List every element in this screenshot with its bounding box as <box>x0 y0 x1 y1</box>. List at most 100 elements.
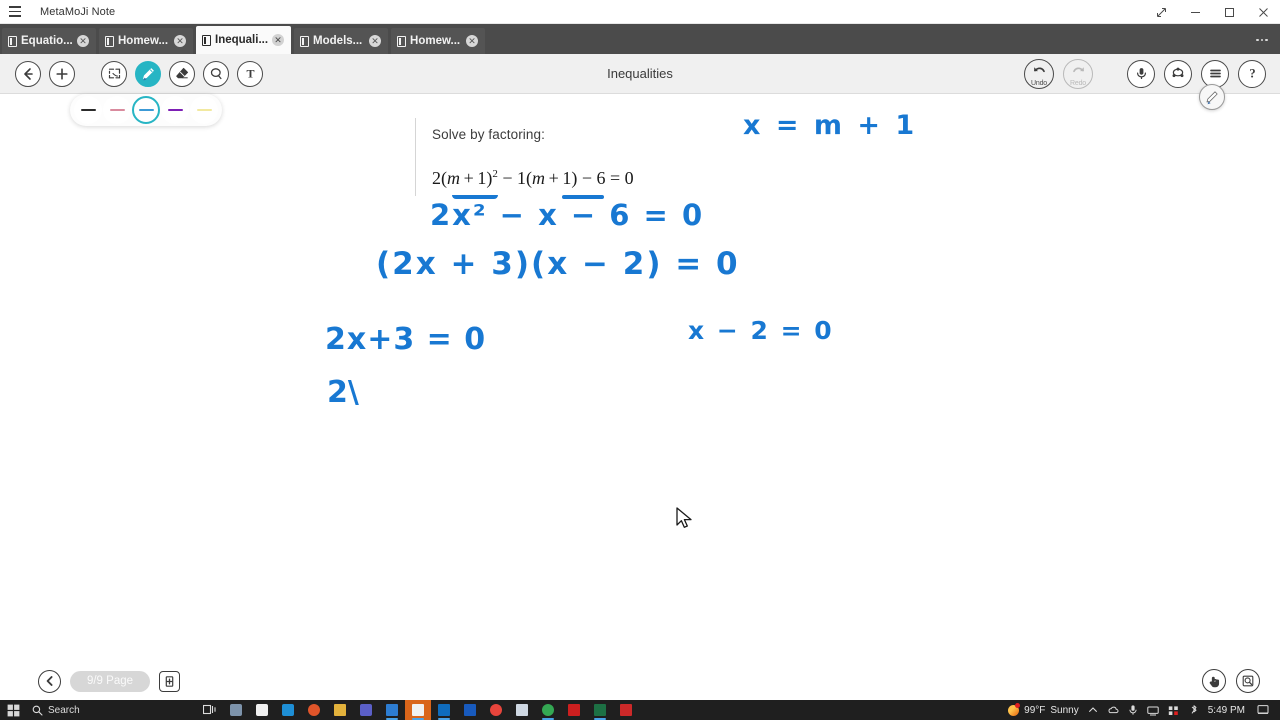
close-window-button[interactable] <box>1246 0 1280 24</box>
svg-text:?: ? <box>1249 66 1255 80</box>
taskbar-app-notepad[interactable] <box>509 700 535 720</box>
margin-rule <box>415 118 416 196</box>
swatch-bar <box>138 108 154 112</box>
excel-icon <box>593 704 606 716</box>
tab-close-icon[interactable]: ✕ <box>466 35 479 47</box>
app-title: MetaMoJi Note <box>40 5 116 18</box>
start-button[interactable] <box>0 704 26 717</box>
shape-tool[interactable] <box>203 60 229 87</box>
menu-button[interactable] <box>1201 59 1229 88</box>
share-icon <box>1172 67 1184 77</box>
add-page-icon <box>165 675 174 687</box>
taskbar-app-word[interactable] <box>457 700 483 720</box>
notification-center-button[interactable] <box>1254 704 1272 716</box>
share-button[interactable] <box>1164 59 1192 88</box>
color-swatch-blue[interactable] <box>132 96 160 124</box>
tool-group-right: Undo Redo ? <box>1024 58 1280 89</box>
select-tool[interactable] <box>101 60 127 87</box>
tab-inequalities[interactable]: Inequali... ✕ <box>196 26 292 54</box>
taskbar-app-red[interactable] <box>613 700 639 720</box>
taskbar-app-file-explorer[interactable] <box>327 700 353 720</box>
tab-homework-1[interactable]: Homew... ✕ <box>99 28 193 54</box>
factored-form: (2x + 3)(x − 2) = 0 <box>376 246 740 282</box>
color-swatch-pink[interactable] <box>103 96 131 124</box>
note-canvas[interactable]: Solve by factoring: 2(m + 1)2 − 1(m + 1)… <box>0 94 1280 662</box>
question-mark-icon: ? <box>1249 66 1255 80</box>
app-menu-icon[interactable] <box>0 0 30 24</box>
add-page-button[interactable] <box>159 670 180 692</box>
store-icon <box>255 704 268 716</box>
chevron-up-icon <box>1088 707 1097 712</box>
tab-close-icon[interactable]: ✕ <box>272 34 285 46</box>
taskbar-app-outlook[interactable] <box>431 700 457 720</box>
onedrive-tray-button[interactable] <box>1107 705 1119 715</box>
widgets-icon <box>229 704 242 716</box>
tab-close-icon[interactable]: ✕ <box>369 35 382 47</box>
mouse-cursor <box>676 507 693 535</box>
redo-button[interactable]: Redo <box>1063 58 1093 89</box>
taskbar-app-store[interactable] <box>249 700 275 720</box>
plus-icon <box>56 67 68 80</box>
taskbar-app-acrobat[interactable] <box>561 700 587 720</box>
hand-tool-button[interactable] <box>1202 669 1226 693</box>
color-swatch-purple[interactable] <box>161 96 189 124</box>
taskbar-app-active[interactable] <box>404 700 431 720</box>
firefox-icon <box>307 704 320 716</box>
temperature-label: 99°F <box>1024 704 1046 716</box>
back-button[interactable] <box>15 60 41 87</box>
mail-icon <box>281 704 294 716</box>
tab-label: Inequali... <box>215 34 269 46</box>
tab-close-icon[interactable]: ✕ <box>77 35 89 47</box>
undo-button[interactable]: Undo <box>1024 58 1054 89</box>
color-swatch-black[interactable] <box>74 96 102 124</box>
maximize-window-button[interactable] <box>1212 0 1246 24</box>
microphone-button[interactable] <box>1127 59 1155 88</box>
tab-equations[interactable]: Equatio... ✕ <box>2 28 96 54</box>
taskbar-app-icons <box>197 700 639 720</box>
taskbar-app-firefox[interactable] <box>301 700 327 720</box>
active-app-icon <box>411 704 424 716</box>
text-tool[interactable]: T <box>237 60 263 87</box>
tab-close-icon[interactable]: ✕ <box>174 35 186 47</box>
tab-models[interactable]: Models... ✕ <box>294 28 389 54</box>
swatch-bar <box>167 108 183 112</box>
minimize-window-button[interactable] <box>1178 0 1212 24</box>
app-toolbar: T Inequalities Undo Redo ? <box>0 54 1280 110</box>
previous-page-button[interactable] <box>38 669 61 693</box>
bluetooth-tray-button[interactable] <box>1189 704 1199 716</box>
lasso-select-icon <box>108 68 120 79</box>
teams-tray-button[interactable] <box>1168 705 1180 716</box>
taskbar-app-chrome-alt[interactable] <box>535 700 561 720</box>
taskbar-clock[interactable]: 5:49 PM <box>1208 705 1245 716</box>
substitution-note: x = m + 1 <box>743 110 918 141</box>
floating-pen-button[interactable] <box>1199 84 1225 110</box>
notification-icon <box>1257 705 1268 714</box>
second-factor-equation: x − 2 = 0 <box>688 316 834 345</box>
help-button[interactable]: ? <box>1238 59 1266 88</box>
taskbar-app-teams[interactable] <box>353 700 379 720</box>
page-indicator[interactable]: 9/9 Page <box>70 670 150 692</box>
eraser-tool[interactable] <box>169 60 195 87</box>
redo-label: Redo <box>1070 79 1086 87</box>
taskbar-app-excel[interactable] <box>587 700 613 720</box>
tray-expand-button[interactable] <box>1088 705 1098 715</box>
color-swatch-yellow[interactable] <box>190 96 218 124</box>
volume-tray-button[interactable] <box>1128 704 1138 716</box>
expand-window-button[interactable] <box>1144 0 1178 24</box>
taskbar-app-widgets[interactable] <box>223 700 249 720</box>
taskbar-search[interactable]: Search <box>26 702 89 718</box>
tab-homework-2[interactable]: Homew... ✕ <box>391 28 486 54</box>
pen-tool[interactable] <box>135 60 161 87</box>
file-explorer-icon <box>333 704 346 716</box>
add-button[interactable] <box>49 60 75 87</box>
weather-widget[interactable]: 99°F Sunny <box>1008 702 1079 716</box>
tab-overflow-menu-icon[interactable] <box>1250 30 1274 50</box>
taskbar-app-chrome[interactable] <box>483 700 509 720</box>
teams-tray-icon <box>1168 705 1178 715</box>
zoom-icon <box>1242 675 1254 687</box>
taskbar-app-mail[interactable] <box>275 700 301 720</box>
taskbar-app-metamoji[interactable] <box>379 700 405 720</box>
zoom-tool-button[interactable] <box>1236 669 1260 693</box>
taskbar-app-task-view[interactable] <box>197 700 223 720</box>
network-tray-button[interactable] <box>1147 705 1159 716</box>
